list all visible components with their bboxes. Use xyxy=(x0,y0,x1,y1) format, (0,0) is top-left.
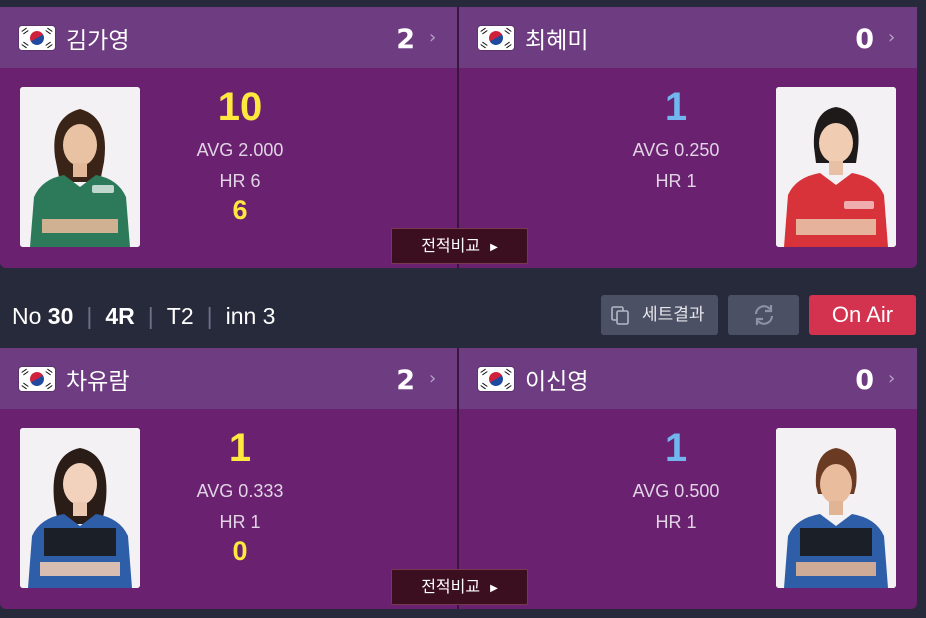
set-score: 2 xyxy=(396,365,415,396)
compare-button[interactable]: 전적비교 ▶ xyxy=(391,569,528,605)
set-score: 0 xyxy=(855,24,874,55)
high-run-label: HR 1 xyxy=(219,512,261,532)
on-air-button[interactable]: On Air xyxy=(809,295,916,335)
player-photo xyxy=(776,428,896,588)
player-name: 김가영 xyxy=(66,28,130,54)
chevron-right-icon[interactable]: › xyxy=(429,370,439,388)
compare-label: 전적비교 xyxy=(421,236,481,255)
match-info: No 30 | 4R | T2 | inn 3 xyxy=(12,303,276,329)
player-photo xyxy=(20,428,140,588)
high-run-label: HR 1 xyxy=(655,512,697,532)
set-result-button[interactable]: 세트결과 xyxy=(601,295,718,335)
chevron-right-icon[interactable]: › xyxy=(888,29,898,47)
refresh-button[interactable] xyxy=(728,295,799,335)
player-name: 차유람 xyxy=(66,369,130,395)
player-photo xyxy=(20,87,140,247)
match-no-value: 30 xyxy=(47,303,74,329)
set-score: 0 xyxy=(855,365,874,396)
match-card: 김가영 2 › 10 AVG 2.000 HR 6 6 최혜미 0 › 1 AV… xyxy=(0,7,917,268)
player-header[interactable]: 최혜미 0 › xyxy=(459,7,917,68)
play-arrow-icon: ▶ xyxy=(490,242,498,253)
inning: inn 3 xyxy=(225,303,276,329)
inning-score: 6 xyxy=(232,195,248,225)
korea-flag-icon xyxy=(478,367,514,391)
player-header[interactable]: 이신영 0 › xyxy=(459,348,917,409)
inning-score: 0 xyxy=(232,536,248,566)
player-name: 이신영 xyxy=(525,369,589,395)
set-score: 2 xyxy=(396,24,415,55)
korea-flag-icon xyxy=(19,26,55,50)
match-no-label: No xyxy=(12,303,42,329)
player-stats: 1 AVG 0.250 HR 1 xyxy=(596,87,756,191)
high-run-label: HR 6 xyxy=(219,171,261,191)
average: AVG 0.333 xyxy=(196,481,284,501)
korea-flag-icon xyxy=(19,367,55,391)
copy-icon xyxy=(611,306,629,325)
chevron-right-icon[interactable]: › xyxy=(429,29,439,47)
average: AVG 0.250 xyxy=(632,140,720,160)
current-score: 1 xyxy=(664,426,688,470)
player-stats: 10 AVG 2.000 HR 6 6 xyxy=(160,87,320,224)
player-panel-left: 차유람 2 › 1 AVG 0.333 HR 1 0 xyxy=(0,348,458,609)
average: AVG 0.500 xyxy=(632,481,720,501)
high-run-label: HR 1 xyxy=(655,171,697,191)
player-panel-left: 김가영 2 › 10 AVG 2.000 HR 6 6 xyxy=(0,7,458,268)
player-stats: 1 AVG 0.333 HR 1 0 xyxy=(160,428,320,565)
current-score: 10 xyxy=(217,85,263,129)
play-arrow-icon: ▶ xyxy=(490,583,498,594)
korea-flag-icon xyxy=(478,26,514,50)
player-header[interactable]: 차유람 2 › xyxy=(0,348,458,409)
refresh-icon xyxy=(754,305,774,325)
current-score: 1 xyxy=(228,426,252,470)
table: T2 xyxy=(166,303,194,329)
set-result-label: 세트결과 xyxy=(642,305,705,325)
average: AVG 2.000 xyxy=(196,140,284,160)
match-info-bar: No 30 | 4R | T2 | inn 3 세트결과 On Air xyxy=(0,295,926,337)
player-stats: 1 AVG 0.500 HR 1 xyxy=(596,428,756,532)
player-name: 최혜미 xyxy=(525,28,589,54)
round: 4R xyxy=(105,303,135,329)
compare-button[interactable]: 전적비교 ▶ xyxy=(391,228,528,264)
current-score: 1 xyxy=(664,85,688,129)
compare-label: 전적비교 xyxy=(421,577,481,596)
player-photo xyxy=(776,87,896,247)
match-card: 차유람 2 › 1 AVG 0.333 HR 1 0 이신영 0 › 1 AVG… xyxy=(0,348,917,609)
player-header[interactable]: 김가영 2 › xyxy=(0,7,458,68)
chevron-right-icon[interactable]: › xyxy=(888,370,898,388)
